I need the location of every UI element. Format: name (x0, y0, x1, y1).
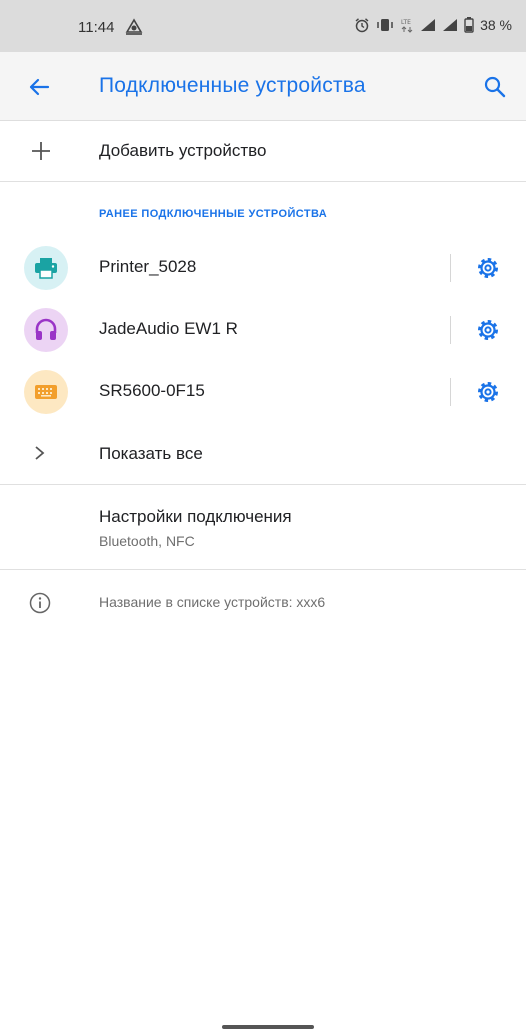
arrow-left-icon (24, 78, 54, 106)
battery-percent: 38 % (480, 17, 512, 33)
search-icon (480, 76, 510, 106)
plus-icon (29, 139, 53, 168)
divider (450, 254, 451, 282)
vibrate-icon (376, 18, 394, 32)
notification-icon (124, 18, 144, 41)
headphones-icon (24, 308, 68, 352)
connection-settings-subtitle: Bluetooth, NFC (99, 533, 195, 549)
battery-icon (464, 17, 474, 33)
device-name-info-text: Название в списке устройств: ххх6 (99, 594, 326, 610)
add-device-row[interactable]: Добавить устройство (0, 121, 526, 182)
printer-icon (24, 246, 68, 290)
status-time: 11:44 (78, 19, 115, 36)
svg-text:LTE: LTE (401, 19, 411, 26)
device-name: JadeAudio EW1 R (99, 319, 238, 338)
divider (450, 316, 451, 344)
section-header-previously-connected: РАНЕЕ ПОДКЛЮЧЕННЫЕ УСТРОЙСТВА (99, 208, 328, 220)
app-bar: Подключенные устройства (0, 52, 526, 121)
device-row-keyboard[interactable]: SR5600-0F15 (0, 360, 526, 422)
device-row-headphones[interactable]: JadeAudio EW1 R (0, 298, 526, 360)
alarm-icon (354, 17, 370, 33)
device-name-info: Название в списке устройств: ххх6 (0, 580, 526, 624)
device-name: SR5600-0F15 (99, 381, 205, 400)
status-icons: LTE 38 % (354, 17, 512, 33)
device-settings-button[interactable] (474, 254, 502, 282)
status-bar: 11:44 LTE 38 % (0, 0, 526, 52)
page-title: Подключенные устройства (99, 74, 366, 97)
divider (450, 378, 451, 406)
gear-icon (474, 258, 502, 286)
search-button[interactable] (480, 72, 510, 102)
connection-settings-row[interactable]: Настройки подключения Bluetooth, NFC (0, 485, 526, 570)
add-device-label: Добавить устройство (99, 141, 267, 160)
lte-icon: LTE (400, 17, 414, 33)
connection-settings-title: Настройки подключения (99, 507, 292, 526)
keyboard-icon (24, 370, 68, 414)
info-icon (28, 591, 52, 620)
signal-icon (442, 18, 458, 32)
gear-icon (474, 382, 502, 410)
chevron-right-icon (33, 444, 47, 467)
signal-icon (420, 18, 436, 32)
back-button[interactable] (24, 72, 54, 102)
device-settings-button[interactable] (474, 316, 502, 344)
show-all-row[interactable]: Показать все (0, 424, 526, 485)
device-row-printer[interactable]: Printer_5028 (0, 236, 526, 298)
navigation-handle[interactable] (222, 1025, 314, 1029)
device-name: Printer_5028 (99, 257, 197, 276)
show-all-label: Показать все (99, 444, 203, 463)
device-settings-button[interactable] (474, 378, 502, 406)
gear-icon (474, 320, 502, 348)
